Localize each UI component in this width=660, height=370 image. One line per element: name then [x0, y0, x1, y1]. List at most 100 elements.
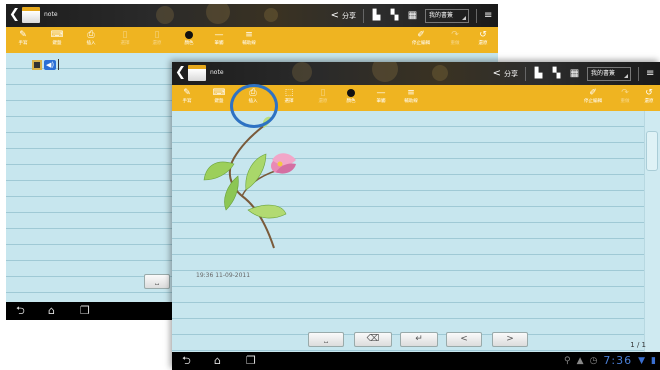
guideline-icon: ≡: [245, 30, 253, 40]
app-icon: [188, 65, 206, 81]
keyboard-icon: ⌨: [212, 88, 226, 98]
guideline-tool[interactable]: ≡ 輔助線: [400, 87, 422, 109]
app-title: note: [210, 69, 224, 76]
stroke-tool[interactable]: — 筆觸: [208, 29, 230, 51]
insert-icon: ⎙: [87, 30, 95, 40]
backspace-key[interactable]: ⌫: [354, 332, 392, 347]
select-tool[interactable]: ▯ 選擇: [114, 29, 136, 51]
redo-tool[interactable]: ↷ 重做: [444, 29, 466, 51]
undo-tool[interactable]: ▯ 還原: [312, 87, 334, 109]
page-export-icon[interactable]: ▙: [533, 68, 544, 79]
stroke-tool[interactable]: — 筆觸: [370, 87, 392, 109]
keyboard-tool[interactable]: ⌨ 鍵盤: [46, 29, 68, 51]
tool-label: 插入: [86, 41, 96, 46]
grid-icon[interactable]: ▦: [407, 10, 418, 21]
app-title: note: [44, 11, 58, 18]
next-key[interactable]: >: [492, 332, 528, 347]
divider: [476, 8, 477, 23]
insert-tool[interactable]: ⎙ 插入: [80, 29, 102, 51]
tool-label: 重做: [620, 99, 630, 104]
select-icon: ▯: [122, 30, 128, 40]
enter-key[interactable]: ↵: [400, 332, 438, 347]
clock: 7:36: [603, 354, 633, 367]
notebook-select[interactable]: 我的書簽: [425, 8, 469, 23]
scroll-handle[interactable]: [646, 131, 658, 171]
flower-drawing[interactable]: [186, 114, 306, 254]
note-timestamp: 19:36 11-09-2011: [196, 272, 251, 279]
grid-icon[interactable]: ▦: [569, 68, 580, 79]
guideline-tool[interactable]: ≡ 輔助線: [238, 29, 260, 51]
bokeh-decoration: [156, 6, 174, 24]
film-icon[interactable]: [32, 59, 42, 70]
title-actions: < 分享 ▙ ▚ ▦ 我的書簽 ≡: [493, 62, 656, 85]
tool-label: 還原: [318, 99, 328, 104]
restore-tool[interactable]: ↺ 還原: [472, 29, 494, 51]
back-nav-icon[interactable]: ⮌: [16, 304, 25, 318]
space-key[interactable]: ⎵: [144, 274, 170, 289]
select-icon: ⬚: [284, 88, 294, 98]
page-export-icon[interactable]: ▙: [371, 10, 382, 21]
redo-tool[interactable]: ↷ 重做: [614, 87, 636, 109]
tool-label: 鍵盤: [52, 41, 62, 46]
recent-apps-icon[interactable]: ❐: [246, 354, 256, 368]
select-tool[interactable]: ⬚ 選擇: [278, 87, 300, 109]
bokeh-decoration: [206, 4, 230, 24]
bokeh-decoration: [372, 62, 398, 82]
share-icon: <: [330, 10, 339, 21]
menu-icon[interactable]: ≡: [646, 68, 656, 79]
stop-edit-tool[interactable]: ✐ 停止編輯: [410, 29, 432, 51]
prev-key[interactable]: <: [446, 332, 482, 347]
redo-icon: ↷: [451, 30, 459, 40]
undo-tool[interactable]: ▯ 還原: [146, 29, 168, 51]
menu-icon[interactable]: ≡: [484, 10, 494, 21]
speaker-icon[interactable]: ◀): [44, 59, 56, 70]
text-caret: [58, 59, 59, 70]
tool-label: 還原: [644, 99, 654, 104]
handwrite-tool[interactable]: ✎ 手寫: [12, 29, 34, 51]
share-button[interactable]: < 分享: [331, 10, 356, 21]
front-title-bar: ❮ note < 分享 ▙ ▚ ▦ 我的書簽 ≡: [172, 62, 660, 85]
handwrite-tool[interactable]: ✎ 手寫: [176, 87, 198, 109]
tool-label: 輔助線: [404, 99, 418, 104]
handwrite-icon: ✎: [183, 88, 191, 98]
restore-tool[interactable]: ↺ 還原: [638, 87, 660, 109]
color-dot-icon: [347, 89, 355, 97]
warning-icon: ▲: [576, 355, 584, 366]
share-label: 分享: [342, 11, 356, 20]
back-title-bar: ❮ note < 分享 ▙ ▚ ▦ 我的書簽 ≡: [6, 4, 498, 27]
share-icon: <: [492, 68, 501, 79]
home-icon[interactable]: ⌂: [48, 304, 55, 318]
undo-icon: ▯: [154, 30, 160, 40]
recent-apps-icon[interactable]: ❐: [80, 304, 90, 318]
restore-icon: ↺: [645, 88, 653, 98]
tool-label: 筆觸: [214, 41, 224, 46]
color-tool[interactable]: 顏色: [178, 29, 200, 51]
back-nav-icon[interactable]: ⮌: [182, 354, 191, 368]
tool-label: 顏色: [184, 41, 194, 46]
tool-label: 筆觸: [376, 99, 386, 104]
keyboard-tool[interactable]: ⌨ 鍵盤: [208, 87, 230, 109]
stop-edit-tool[interactable]: ✐ 停止編輯: [582, 87, 604, 109]
title-actions: < 分享 ▙ ▚ ▦ 我的書簽 ≡: [331, 4, 494, 27]
notebook-select[interactable]: 我的書簽: [587, 66, 631, 81]
space-key[interactable]: ⎵: [308, 332, 344, 347]
back-toolbar: ✎ 手寫 ⌨ 鍵盤 ⎙ 插入 ▯ 選擇 ▯ 還原 顏色 — 筆觸 ≡ 輔助線 ✐ 停止編輯 ↷ 重…: [6, 27, 498, 53]
color-dot-icon: [185, 31, 193, 39]
restore-icon: ↺: [479, 30, 487, 40]
tool-label: 鍵盤: [214, 99, 224, 104]
composite-screens: ❮ note < 分享 ▙ ▚ ▦ 我的書簽 ≡ ✎ 手寫 ⌨ 鍵盤 ⎙ 插入 ▯ 選擇: [0, 0, 660, 370]
page-icon[interactable]: ▚: [551, 68, 562, 79]
tool-label: 停止編輯: [412, 41, 430, 46]
tool-label: 還原: [478, 41, 488, 46]
keyboard-icon: ⌨: [50, 30, 64, 40]
divider: [363, 8, 364, 23]
back-arrow-icon[interactable]: ❮: [175, 65, 186, 81]
share-button[interactable]: < 分享: [493, 68, 518, 79]
color-tool[interactable]: 顏色: [340, 87, 362, 109]
redo-icon: ↷: [621, 88, 629, 98]
home-icon[interactable]: ⌂: [214, 354, 221, 368]
tool-label: 手寫: [182, 99, 192, 104]
back-arrow-icon[interactable]: ❮: [9, 7, 20, 23]
page-icon[interactable]: ▚: [389, 10, 400, 21]
bokeh-decoration: [432, 65, 448, 81]
